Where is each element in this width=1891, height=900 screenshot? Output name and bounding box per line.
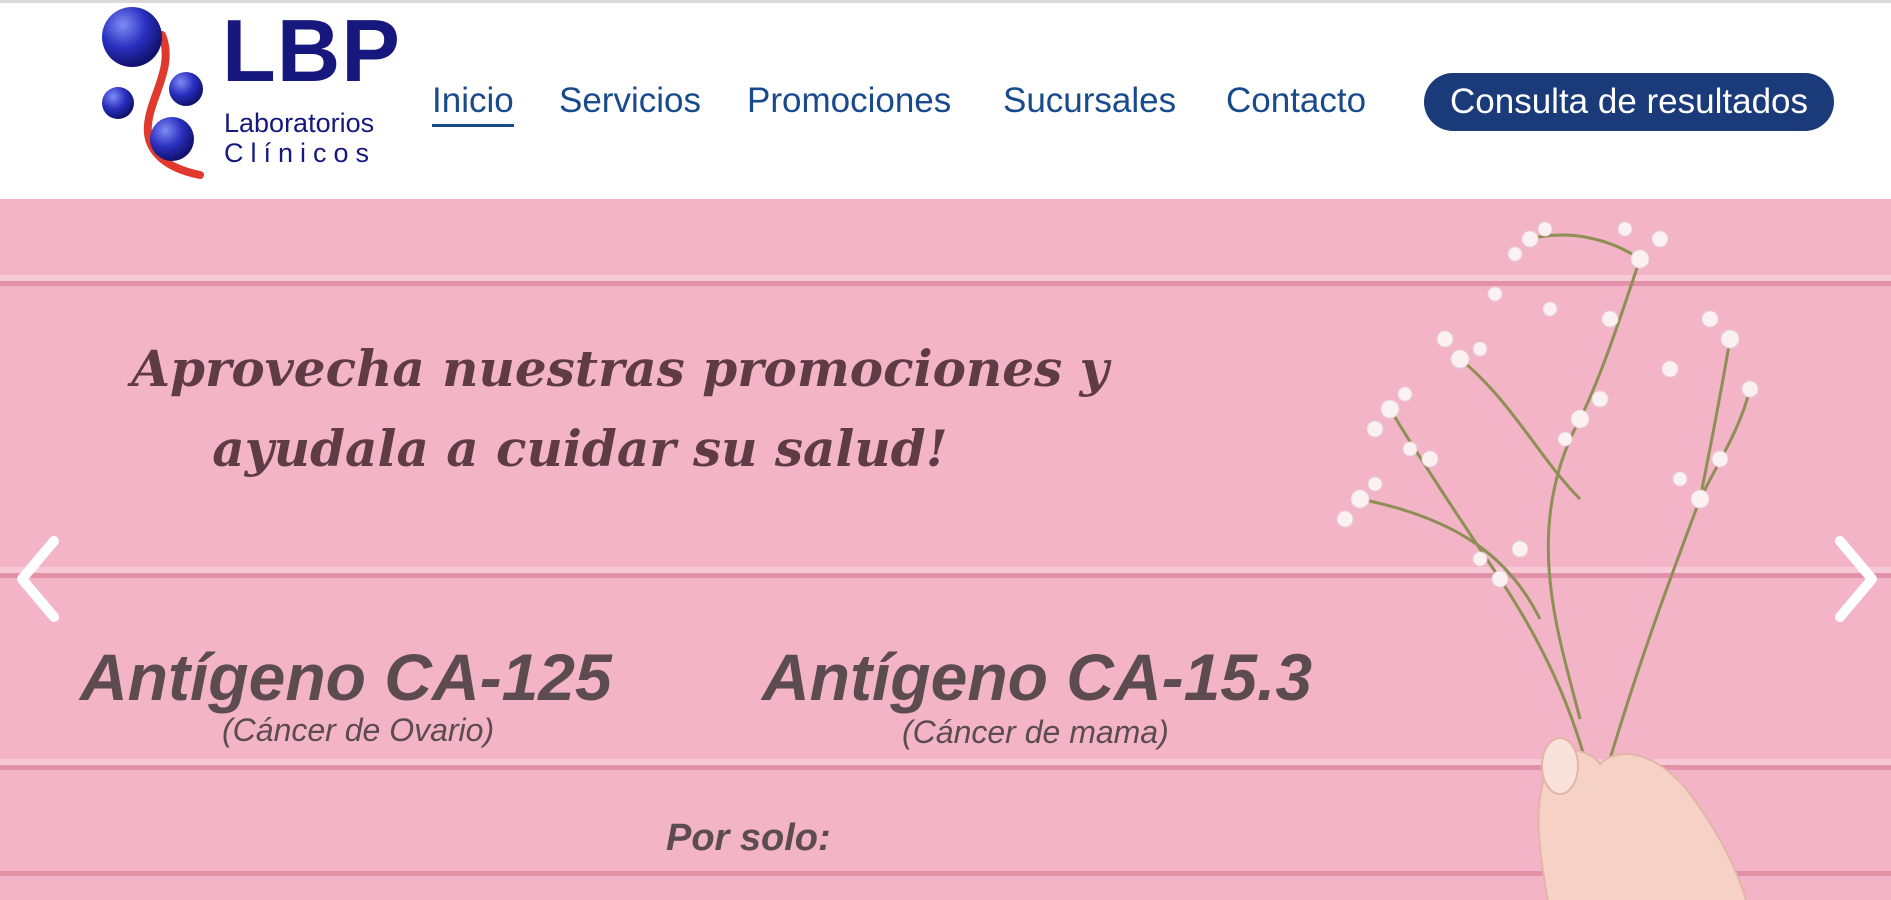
test-name-ca153: Antígeno CA-15.3 xyxy=(762,640,1313,714)
nav-inicio[interactable]: Inicio xyxy=(432,81,514,127)
price-label: Por solo: xyxy=(666,817,831,859)
test-name-ca125: Antígeno CA-125 xyxy=(80,640,612,714)
promo-headline-line2: ayudala a cuidar su salud! xyxy=(212,419,948,478)
logo-title: LBP xyxy=(222,1,401,100)
slider-next-arrow[interactable] xyxy=(1826,529,1886,629)
test-note-ca125: (Cáncer de Ovario) xyxy=(222,712,495,748)
logo-subtitle-line2: Clínicos xyxy=(224,138,377,168)
slider-prev-arrow[interactable] xyxy=(8,529,68,629)
promo-slider: Aprovecha nuestras promociones y ayudala… xyxy=(0,199,1891,900)
nav-contacto[interactable]: Contacto xyxy=(1226,81,1366,121)
promo-headline-line1: Aprovecha nuestras promociones y xyxy=(131,339,1109,398)
results-lookup-button[interactable]: Consulta de resultados xyxy=(1424,73,1834,131)
hand-illustration xyxy=(1537,737,1748,900)
nav-servicios[interactable]: Servicios xyxy=(559,81,701,121)
nav-sucursales[interactable]: Sucursales xyxy=(1003,81,1176,121)
logo-subtitle-line1: Laboratorios xyxy=(224,108,375,138)
logo-drops-icon xyxy=(102,7,204,179)
nav-promociones[interactable]: Promociones xyxy=(747,81,951,121)
site-header: LBP Laboratorios Clínicos Inicio Servici… xyxy=(0,3,1891,199)
logo[interactable]: LBP Laboratorios Clínicos xyxy=(100,7,400,179)
test-note-ca153: (Cáncer de mama) xyxy=(902,714,1169,750)
